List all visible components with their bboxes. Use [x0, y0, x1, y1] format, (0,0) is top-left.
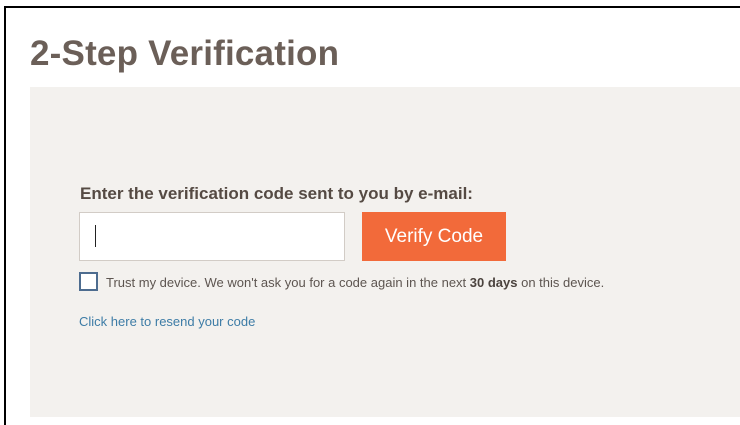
- page-title: 2-Step Verification: [30, 34, 340, 73]
- trust-text-after: on this device.: [517, 275, 605, 290]
- verification-code-input[interactable]: [79, 212, 345, 261]
- trust-text-days: 30 days: [469, 275, 518, 290]
- trust-device-checkbox[interactable]: [79, 272, 98, 291]
- verification-prompt: Enter the verification code sent to you …: [80, 184, 473, 203]
- resend-code-link[interactable]: Click here to resend your code: [79, 314, 255, 329]
- text-caret: [95, 225, 96, 247]
- verification-panel: Enter the verification code sent to you …: [30, 87, 740, 417]
- verify-code-button[interactable]: Verify Code: [362, 212, 506, 261]
- page-frame: 2-Step Verification Enter the verificati…: [4, 6, 740, 425]
- trust-device-label: Trust my device. We won't ask you for a …: [106, 275, 604, 290]
- trust-text-before: Trust my device. We won't ask you for a …: [106, 275, 470, 290]
